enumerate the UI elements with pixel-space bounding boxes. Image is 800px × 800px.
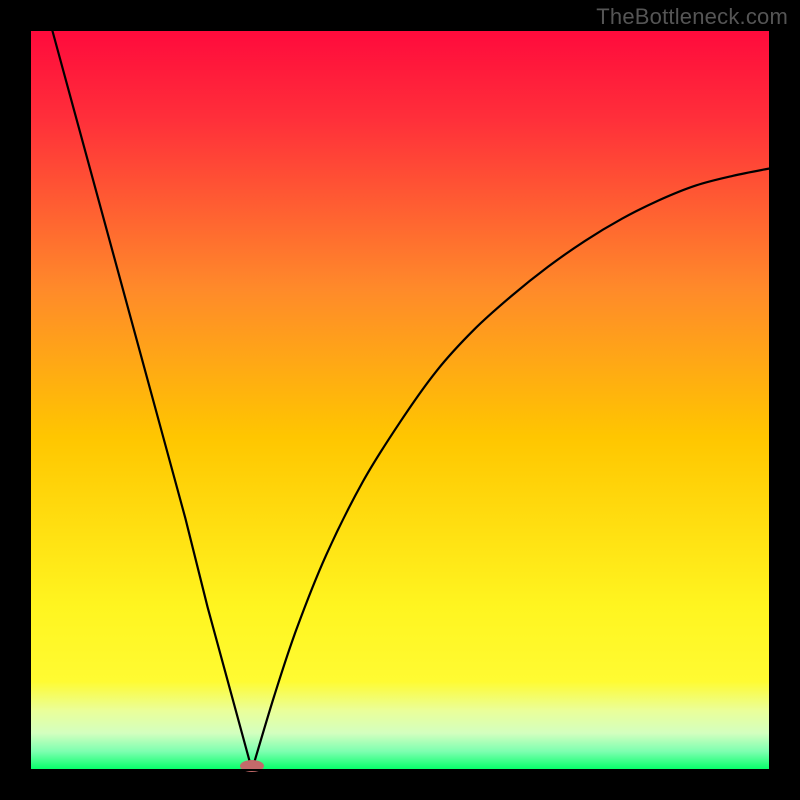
watermark-text: TheBottleneck.com <box>596 4 788 30</box>
plot-area <box>30 30 770 770</box>
bottleneck-chart <box>0 0 800 800</box>
chart-frame: TheBottleneck.com <box>0 0 800 800</box>
